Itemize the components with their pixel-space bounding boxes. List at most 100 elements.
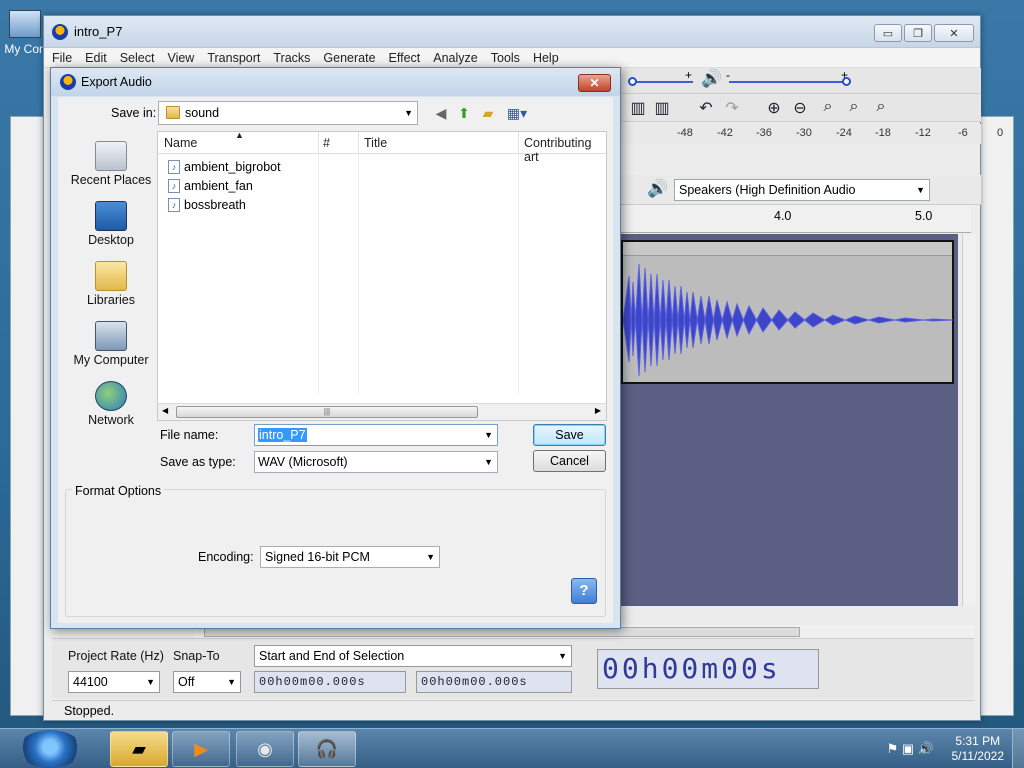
taskbar-audacity[interactable]: 🎧 xyxy=(298,731,356,767)
taskbar-media-player[interactable]: ▶ xyxy=(172,731,230,767)
file-item[interactable]: ♪ ambient_fan xyxy=(168,177,253,195)
menu-transport[interactable]: Transport xyxy=(207,51,260,65)
back-icon[interactable]: ◀ xyxy=(431,104,451,122)
clip-handle[interactable] xyxy=(623,242,952,256)
taskbar-explorer[interactable]: ▰ xyxy=(110,731,168,767)
chrome-icon: ◉ xyxy=(257,738,273,759)
column-contributing-artist[interactable]: Contributing art xyxy=(524,136,606,164)
menu-generate[interactable]: Generate xyxy=(323,51,375,65)
trim-audio-icon[interactable]: ▥ xyxy=(627,98,649,118)
snap-to-label: Snap-To xyxy=(173,649,220,663)
scroll-left-icon[interactable]: ◀ xyxy=(162,406,168,415)
selection-mode-select[interactable]: Start and End of Selection ▼ xyxy=(254,645,572,667)
place-desktop[interactable]: Desktop xyxy=(65,201,157,247)
column-number[interactable]: # xyxy=(323,136,330,150)
computer-icon xyxy=(9,10,41,38)
menu-select[interactable]: Select xyxy=(120,51,155,65)
maximize-button[interactable]: ❐ xyxy=(904,24,932,42)
meter-tick: -12 xyxy=(915,127,931,139)
speaker-icon: 🔊 xyxy=(701,69,723,88)
zoom-toggle-icon[interactable]: ⌕ xyxy=(870,98,892,118)
place-my-computer[interactable]: My Computer xyxy=(65,321,157,367)
file-name: bossbreath xyxy=(184,198,246,212)
menu-analyze[interactable]: Analyze xyxy=(433,51,477,65)
desktop-icon-my-computer[interactable]: My Con xyxy=(2,10,48,56)
dialog-title: Export Audio xyxy=(81,75,152,89)
timeline-tick: 4.0 xyxy=(774,209,792,223)
save-button[interactable]: Save xyxy=(533,424,606,446)
selection-end-time[interactable]: 00h00m00.000s xyxy=(416,671,572,693)
start-button[interactable] xyxy=(18,730,82,768)
taskbar-chrome[interactable]: ◉ xyxy=(236,731,294,767)
place-recent-places[interactable]: Recent Places xyxy=(65,141,157,187)
column-line xyxy=(358,154,359,394)
meter-tick: -18 xyxy=(875,127,891,139)
scroll-right-icon[interactable]: ▶ xyxy=(595,406,601,415)
menu-help[interactable]: Help xyxy=(533,51,559,65)
scrollbar-thumb[interactable]: ||| xyxy=(176,406,478,418)
fit-project-icon[interactable]: ⌕ xyxy=(843,98,865,118)
file-list[interactable]: Name ▲ # Title Contributing art ♪ ambien… xyxy=(157,130,607,421)
audio-position-display[interactable]: 00h00m00s xyxy=(597,649,819,689)
file-name-input[interactable]: intro_P7 ▼ xyxy=(254,424,498,446)
place-network[interactable]: Network xyxy=(65,381,157,427)
computer-icon xyxy=(95,321,127,351)
system-tray-icons[interactable]: ⚑ ▣ 🔊 xyxy=(887,741,934,757)
snap-to-select[interactable]: Off ▼ xyxy=(173,671,241,693)
edit-toolbar: ▥ ▥ ↶ ↷ ⊕ ⊖ ⌕ ⌕ ⌕ xyxy=(619,94,981,122)
file-list-scrollbar[interactable]: ◀ ||| ▶ xyxy=(158,403,606,420)
up-folder-icon[interactable]: ⬆ xyxy=(454,104,474,122)
speaker-icon: 🔊 xyxy=(647,179,669,198)
dialog-close-button[interactable]: ✕ xyxy=(578,74,611,92)
menu-edit[interactable]: Edit xyxy=(85,51,107,65)
playback-volume-slider[interactable] xyxy=(842,77,851,86)
save-in-select[interactable]: sound ▼ xyxy=(158,101,418,125)
undo-icon[interactable]: ↶ xyxy=(695,98,717,118)
minimize-button[interactable]: ▭ xyxy=(874,24,902,42)
column-name[interactable]: Name xyxy=(164,136,197,150)
file-item[interactable]: ♪ ambient_bigrobot xyxy=(168,158,281,176)
zoom-out-icon[interactable]: ⊖ xyxy=(789,98,811,118)
silence-audio-icon[interactable]: ▥ xyxy=(651,98,673,118)
minus-icon: - xyxy=(726,68,730,82)
place-label: My Computer xyxy=(73,353,149,367)
menu-tools[interactable]: Tools xyxy=(491,51,520,65)
track-area[interactable] xyxy=(621,234,958,606)
encoding-select[interactable]: Signed 16-bit PCM ▼ xyxy=(260,546,440,568)
menu-file[interactable]: File xyxy=(52,51,72,65)
meter-tick: -48 xyxy=(677,127,693,139)
audio-clip[interactable] xyxy=(621,240,954,384)
clock[interactable]: 5:31 PM 5/11/2022 xyxy=(952,734,1005,764)
menu-effect[interactable]: Effect xyxy=(389,51,421,65)
new-folder-icon[interactable]: ▰ xyxy=(478,104,498,122)
device-toolbar: 🔊 Speakers (High Definition Audio ▼ xyxy=(619,175,981,205)
save-in-value: sound xyxy=(185,106,220,120)
playback-device-value: Speakers (High Definition Audio xyxy=(679,183,856,197)
cancel-button[interactable]: Cancel xyxy=(533,450,606,472)
audio-file-icon: ♪ xyxy=(168,160,180,174)
sort-ascending-icon: ▲ xyxy=(235,130,244,140)
vertical-scrollbar[interactable] xyxy=(962,234,976,606)
redo-icon[interactable]: ↷ xyxy=(721,98,743,118)
timeline-ruler[interactable]: 4.0 5.0 xyxy=(619,205,971,233)
file-item[interactable]: ♪ bossbreath xyxy=(168,196,246,214)
waveform xyxy=(623,263,954,377)
close-button[interactable]: ✕ xyxy=(934,24,974,42)
clock-time: 5:31 PM xyxy=(955,734,1001,748)
record-volume-slider[interactable] xyxy=(628,77,637,86)
menu-tracks[interactable]: Tracks xyxy=(273,51,310,65)
zoom-in-icon[interactable]: ⊕ xyxy=(763,98,785,118)
playback-device-select[interactable]: Speakers (High Definition Audio ▼ xyxy=(674,179,930,201)
selection-start-time[interactable]: 00h00m00.000s xyxy=(254,671,406,693)
save-as-type-select[interactable]: WAV (Microsoft) ▼ xyxy=(254,451,498,473)
column-title[interactable]: Title xyxy=(364,136,387,150)
show-desktop-button[interactable] xyxy=(1012,729,1024,768)
view-menu-icon[interactable]: ▦▾ xyxy=(504,104,530,122)
desktop-icon-label: My Con xyxy=(4,42,46,56)
playback-volume-slider-track xyxy=(729,81,847,83)
help-button[interactable]: ? xyxy=(571,578,597,604)
menu-view[interactable]: View xyxy=(167,51,194,65)
place-libraries[interactable]: Libraries xyxy=(65,261,157,307)
project-rate-select[interactable]: 44100 ▼ xyxy=(68,671,160,693)
fit-selection-icon[interactable]: ⌕ xyxy=(817,98,839,118)
